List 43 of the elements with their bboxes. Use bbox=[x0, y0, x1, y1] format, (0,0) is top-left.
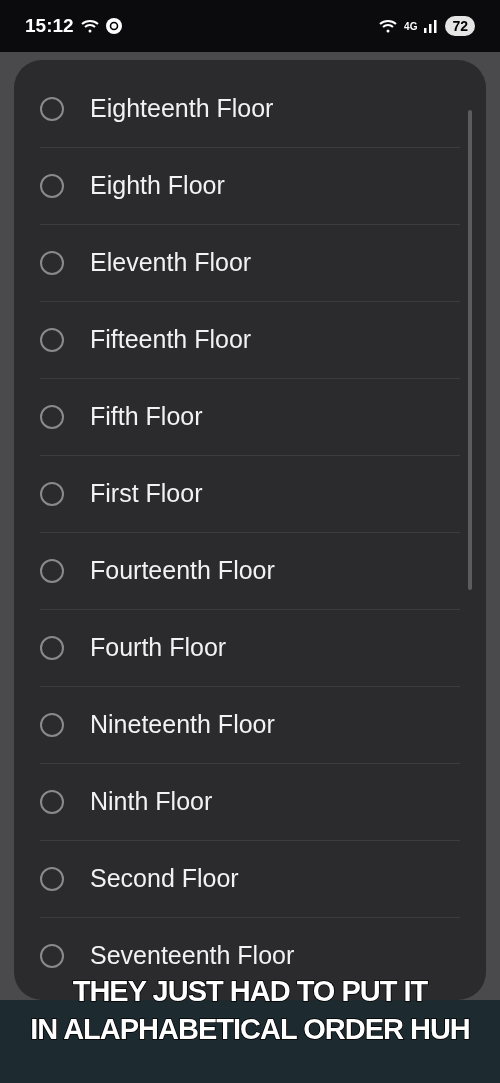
floor-option[interactable]: Eighteenth Floor bbox=[40, 70, 460, 147]
floor-option[interactable]: Nineteenth Floor bbox=[40, 686, 460, 763]
floor-option[interactable]: Ninth Floor bbox=[40, 763, 460, 840]
radio-button[interactable] bbox=[40, 713, 64, 737]
floor-option[interactable]: First Floor bbox=[40, 455, 460, 532]
radio-button[interactable] bbox=[40, 636, 64, 660]
radio-button[interactable] bbox=[40, 405, 64, 429]
option-label: Ninth Floor bbox=[90, 786, 213, 818]
wifi-icon bbox=[378, 18, 399, 34]
floor-option[interactable]: Fifth Floor bbox=[40, 378, 460, 455]
option-label: Eleventh Floor bbox=[90, 247, 252, 279]
app-notification-icon bbox=[105, 18, 122, 34]
battery-indicator: 72 bbox=[445, 16, 475, 36]
option-label: Fourth Floor bbox=[90, 632, 227, 664]
option-label: Seventeenth Floor bbox=[90, 940, 295, 972]
radio-button[interactable] bbox=[40, 328, 64, 352]
radio-button[interactable] bbox=[40, 251, 64, 275]
radio-button[interactable] bbox=[40, 174, 64, 198]
option-label: Fourteenth Floor bbox=[90, 555, 275, 587]
radio-button[interactable] bbox=[40, 790, 64, 814]
floor-option[interactable]: Second Floor bbox=[40, 840, 460, 917]
network-type: 4G bbox=[404, 19, 418, 34]
radio-button[interactable] bbox=[40, 482, 64, 506]
floor-option[interactable]: Eighth Floor bbox=[40, 147, 460, 224]
floor-option[interactable]: Fifteenth Floor bbox=[40, 301, 460, 378]
floor-option[interactable]: Fourteenth Floor bbox=[40, 532, 460, 609]
option-label: Second Floor bbox=[90, 863, 239, 895]
meme-caption: IN ALAPHABETICAL ORDER HUH bbox=[30, 1012, 470, 1047]
option-label: Fifth Floor bbox=[90, 401, 203, 433]
option-label: Eighth Floor bbox=[90, 170, 225, 202]
option-label: Fifteenth Floor bbox=[90, 324, 252, 356]
wifi-icon bbox=[79, 18, 100, 34]
status-time: 15:12 bbox=[25, 13, 74, 38]
signal-icon bbox=[423, 19, 440, 33]
radio-button[interactable] bbox=[40, 867, 64, 891]
option-label: Nineteenth Floor bbox=[90, 709, 275, 741]
radio-button[interactable] bbox=[40, 559, 64, 583]
option-label: First Floor bbox=[90, 478, 203, 510]
floor-option[interactable]: Eleventh Floor bbox=[40, 224, 460, 301]
option-label: Eighteenth Floor bbox=[90, 92, 274, 124]
radio-button[interactable] bbox=[40, 944, 64, 968]
floor-option[interactable]: Fourth Floor bbox=[40, 609, 460, 686]
radio-button[interactable] bbox=[40, 96, 64, 121]
